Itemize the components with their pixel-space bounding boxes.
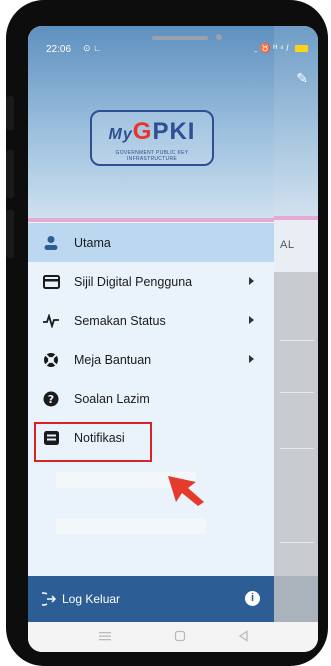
back-icon[interactable] [238, 630, 250, 642]
power-button [6, 210, 14, 258]
logo-g-letter: G [132, 118, 153, 145]
speaker-notch [152, 36, 208, 40]
chevron-right-icon [249, 277, 254, 285]
divider [280, 448, 314, 449]
chevron-right-icon [249, 355, 254, 363]
card-icon [42, 273, 60, 291]
logout-button[interactable]: Log Keluar [62, 592, 120, 606]
status-time: 22:06 [46, 44, 72, 55]
pulse-icon [42, 312, 60, 330]
home-icon[interactable] [174, 630, 186, 642]
lifebuoy-icon [42, 351, 60, 369]
phone-frame: ✎ AL MyGPKI GOVERNMENT PUBLIC KEY INFRAS… [6, 0, 328, 666]
drawer-footer: Log Keluar i [28, 576, 274, 622]
camera-dot [216, 34, 222, 40]
mygpki-logo: MyGPKI GOVERNMENT PUBLIC KEY INFRASTRUCT… [90, 110, 214, 166]
placeholder-bar [56, 518, 206, 534]
edit-icon[interactable]: ✎ [296, 70, 308, 87]
svg-text:?: ? [48, 393, 54, 406]
menu-item-soalan-lazim[interactable]: ? Soalan Lazim [28, 379, 274, 418]
menu-label: Sijil Digital Pengguna [74, 274, 193, 289]
status-bar: 22:06 ⊙ ∟ ˍ ♉ ᴴ ⁴ 𝑙 [28, 26, 318, 62]
status-left-icons: ⊙ ∟ [83, 43, 102, 53]
divider [280, 542, 314, 543]
logo-prefix: My [108, 126, 133, 143]
menu-label: Soalan Lazim [74, 391, 150, 406]
menu-icon[interactable] [98, 630, 112, 642]
volume-button [6, 150, 14, 198]
menu-item-meja-bantuan[interactable]: Meja Bantuan [28, 340, 274, 379]
highlight-annotation [34, 422, 152, 462]
logo-tagline: GOVERNMENT PUBLIC KEY INFRASTRUCTURE [115, 150, 189, 162]
info-icon[interactable]: i [245, 591, 260, 606]
menu-item-utama[interactable]: Utama [28, 223, 274, 262]
logo-rest: PKI [152, 118, 196, 145]
pointer-arrow-icon [168, 476, 204, 506]
background-tab-label[interactable]: AL [280, 239, 294, 251]
menu-label: Utama [74, 235, 111, 250]
logout-icon[interactable] [37, 592, 57, 606]
chevron-right-icon [249, 316, 254, 324]
menu-label: Semakan Status [74, 313, 166, 328]
drawer-divider [28, 218, 274, 222]
signal-icons: ˍ ♉ ᴴ ⁴ 𝑙 [254, 43, 289, 53]
background-footer [274, 576, 318, 622]
divider [280, 392, 314, 393]
navigation-drawer: MyGPKI GOVERNMENT PUBLIC KEY INFRASTRUCT… [28, 26, 274, 652]
phone-screen: ✎ AL MyGPKI GOVERNMENT PUBLIC KEY INFRAS… [28, 26, 318, 652]
menu-label: Meja Bantuan [74, 352, 152, 367]
help-icon: ? [42, 390, 60, 408]
status-right-icons: ˍ ♉ ᴴ ⁴ 𝑙 [254, 43, 308, 54]
system-nav-bar [28, 622, 318, 652]
battery-icon [295, 45, 308, 53]
menu-item-sijil-digital[interactable]: Sijil Digital Pengguna [28, 262, 274, 301]
volume-button [6, 96, 14, 130]
menu-item-semakan-status[interactable]: Semakan Status [28, 301, 274, 340]
divider [280, 340, 314, 341]
person-icon [42, 234, 60, 252]
